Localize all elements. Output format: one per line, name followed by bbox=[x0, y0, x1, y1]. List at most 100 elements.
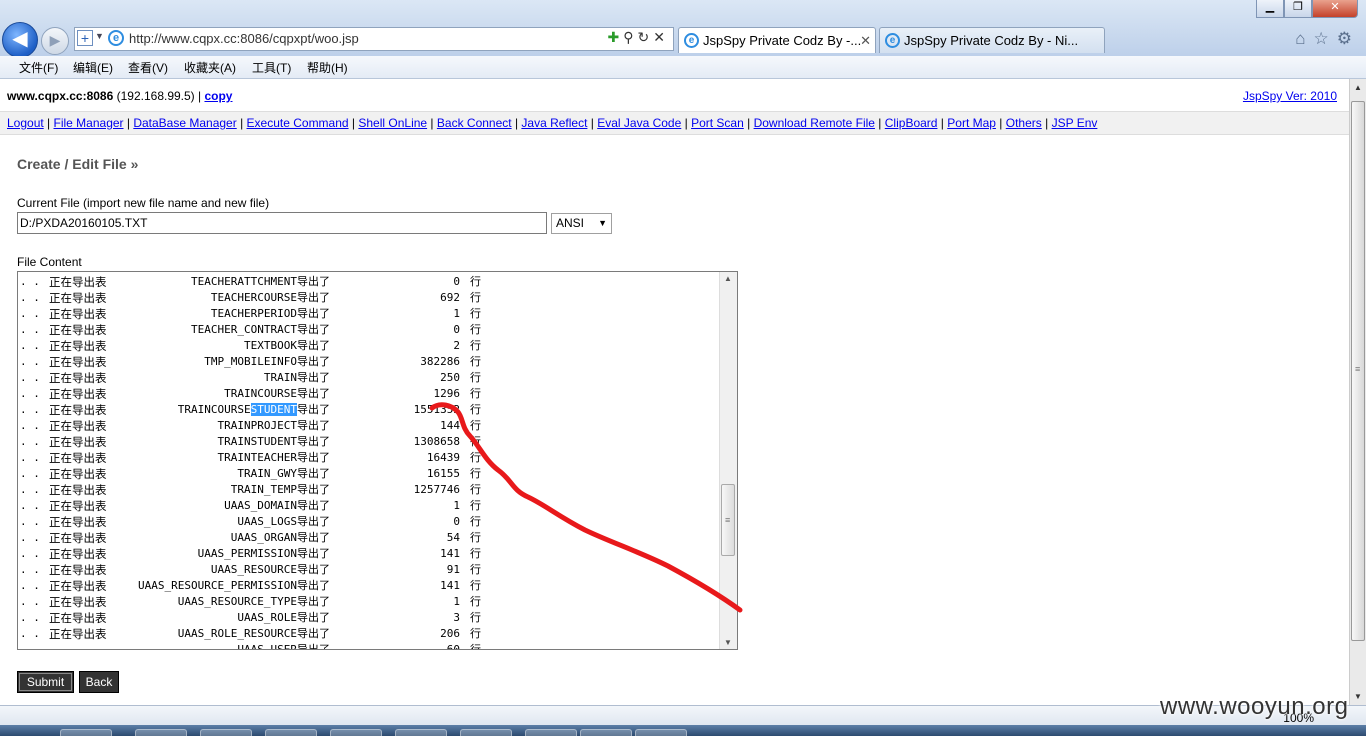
table-name: UAAS_RESOURCE_TYPE bbox=[177, 595, 297, 608]
line-dots: . . bbox=[20, 467, 40, 480]
version-link[interactable]: JspSpy Ver: 2010 bbox=[1243, 89, 1337, 103]
nav-link-file-manager[interactable]: File Manager bbox=[54, 116, 124, 130]
scroll-up-icon[interactable]: ▲ bbox=[1354, 83, 1362, 92]
line-count: 692 bbox=[440, 291, 460, 304]
line-dots: . . bbox=[20, 531, 40, 544]
address-bar[interactable]: + ▼ e http://www.cqpx.cc:8086/cqpxpt/woo… bbox=[74, 27, 674, 51]
line-suffix: 导出了 bbox=[297, 323, 330, 336]
refresh-icon[interactable]: ↻ bbox=[638, 29, 654, 45]
search-icon[interactable]: ⚲ bbox=[623, 29, 637, 45]
line-dots: . . bbox=[20, 451, 40, 464]
stop-icon[interactable]: ✕ bbox=[653, 29, 669, 45]
line-dots: . . bbox=[20, 499, 40, 512]
menu-view[interactable]: 查看(V) bbox=[128, 59, 168, 76]
content-line: . . 正在导出表 TRAINSTUDENT导出了 1308658 行 bbox=[20, 434, 720, 450]
line-unit: 行 bbox=[470, 307, 481, 320]
textarea-scrollbar[interactable]: ▲ ≡ ▼ bbox=[719, 272, 737, 649]
line-suffix: 导出了 bbox=[297, 371, 330, 384]
line-unit: 行 bbox=[470, 531, 481, 544]
line-verb: 正在导出表 bbox=[49, 595, 107, 609]
window-close-icon[interactable]: ✕ bbox=[1312, 0, 1358, 18]
page-scrollbar[interactable]: ▲ ≡ ▼ bbox=[1349, 79, 1366, 705]
scroll-up-icon[interactable]: ▲ bbox=[724, 274, 732, 283]
line-table: TEXTBOOK导出了 bbox=[244, 338, 330, 354]
content-line: . . 正在导出表 UAAS_PERMISSION导出了 141 行 bbox=[20, 546, 720, 562]
nav-link-others[interactable]: Others bbox=[1006, 116, 1042, 130]
line-verb: 正在导出表 bbox=[49, 435, 107, 449]
line-suffix: 导出了 bbox=[297, 339, 330, 352]
line-verb: 正在导出表 bbox=[49, 291, 107, 305]
nav-link-eval-java-code[interactable]: Eval Java Code bbox=[597, 116, 681, 130]
minimize-icon[interactable]: ▁ bbox=[1256, 0, 1284, 18]
line-unit: 行 bbox=[470, 563, 481, 576]
nav-link-shell-online[interactable]: Shell OnLine bbox=[358, 116, 427, 130]
line-verb: 正在导出表 bbox=[49, 339, 107, 353]
file-content-label: File Content bbox=[17, 255, 82, 269]
forward-arrow-icon[interactable]: ▶ bbox=[41, 27, 69, 55]
back-arrow-icon[interactable]: ◀ bbox=[2, 22, 38, 58]
scroll-down-icon[interactable]: ▼ bbox=[1354, 692, 1362, 701]
menu-favorites[interactable]: 收藏夹(A) bbox=[184, 59, 236, 76]
content-line: . . 正在导出表 UAAS_ROLE_RESOURCE导出了 206 行 bbox=[20, 626, 720, 642]
browser-toolbar: ◀ ▶ + ▼ e http://www.cqpx.cc:8086/cqpxpt… bbox=[0, 0, 1366, 58]
home-icon[interactable]: ⌂ bbox=[1295, 29, 1313, 48]
scroll-down-icon[interactable]: ▼ bbox=[724, 638, 732, 647]
scroll-thumb[interactable]: ≡ bbox=[721, 484, 735, 556]
table-name: TMP_MOBILEINFO bbox=[204, 355, 297, 368]
current-file-input[interactable]: D:/PXDA20160105.TXT bbox=[17, 212, 547, 234]
url-text[interactable]: http://www.cqpx.cc:8086/cqpxpt/woo.jsp bbox=[129, 31, 359, 46]
line-verb: 正在导出表 bbox=[49, 467, 107, 481]
line-suffix: 导出了 bbox=[297, 611, 330, 624]
nav-link-clipboard[interactable]: ClipBoard bbox=[885, 116, 938, 130]
nav-link-execute-command[interactable]: Execute Command bbox=[247, 116, 349, 130]
line-table: UAAS_PERMISSION导出了 bbox=[198, 546, 330, 562]
page-content: www.cqpx.cc:8086 (192.168.99.5) | copy J… bbox=[0, 79, 1349, 705]
nav-link-database-manager[interactable]: DataBase Manager bbox=[133, 116, 236, 130]
nav-link-logout[interactable]: Logout bbox=[7, 116, 44, 130]
menu-tools[interactable]: 工具(T) bbox=[252, 59, 291, 76]
nav-link-port-scan[interactable]: Port Scan bbox=[691, 116, 744, 130]
nav-link-back-connect[interactable]: Back Connect bbox=[437, 116, 512, 130]
nav-link-port-map[interactable]: Port Map bbox=[947, 116, 996, 130]
table-name: TRAINCOURSE bbox=[177, 403, 251, 416]
encoding-select[interactable]: ANSI ▼ bbox=[551, 213, 612, 234]
line-dots: . . bbox=[20, 323, 40, 336]
nav-link-java-reflect[interactable]: Java Reflect bbox=[521, 116, 587, 130]
line-verb: 正在导出表 bbox=[49, 403, 107, 417]
line-count: 382286 bbox=[420, 355, 460, 368]
content-line: . . 正在导出表 UAAS_RESOURCE_PERMISSION导出了 141 行 bbox=[20, 578, 720, 594]
line-count: 1296 bbox=[433, 387, 461, 400]
line-verb: 正在导出表 bbox=[49, 483, 107, 497]
gear-icon[interactable]: ⚙ bbox=[1337, 29, 1360, 48]
nav-link-download-remote-file[interactable]: Download Remote File bbox=[754, 116, 875, 130]
tab-jspspy-2[interactable]: e JspSpy Private Codz By - Ni... bbox=[879, 27, 1105, 53]
star-icon[interactable]: ☆ bbox=[1314, 29, 1337, 48]
browser-icons: ⌂☆⚙ bbox=[1295, 29, 1360, 49]
line-dots: . . bbox=[20, 419, 40, 432]
line-count: 16439 bbox=[426, 451, 460, 464]
menu-file[interactable]: 文件(F) bbox=[19, 59, 58, 76]
chevron-down-icon[interactable]: ▼ bbox=[95, 31, 104, 41]
nav-link-jsp-env[interactable]: JSP Env bbox=[1052, 116, 1098, 130]
tab-jspspy-1[interactable]: e JspSpy Private Codz By -... ✕ bbox=[678, 27, 876, 53]
copy-link[interactable]: copy bbox=[204, 89, 232, 103]
table-name: UAAS_ROLE_RESOURCE bbox=[177, 627, 297, 640]
line-unit: 行 bbox=[470, 643, 481, 650]
page-title: Create / Edit File » bbox=[17, 156, 139, 172]
close-icon[interactable]: ✕ bbox=[860, 28, 871, 53]
line-verb: 正在导出表 bbox=[49, 579, 107, 593]
line-count: 91 bbox=[446, 563, 460, 576]
table-name: UAAS_ORGAN bbox=[230, 531, 297, 544]
menu-edit[interactable]: 编辑(E) bbox=[73, 59, 113, 76]
menu-help[interactable]: 帮助(H) bbox=[307, 59, 348, 76]
scroll-thumb[interactable]: ≡ bbox=[1351, 101, 1365, 641]
line-count: 0 bbox=[453, 275, 460, 288]
compatible-icon[interactable]: ✚ bbox=[608, 29, 624, 45]
back-button[interactable]: Back bbox=[79, 671, 119, 693]
file-content-textarea[interactable]: . . 正在导出表 TEACHERATTCHMENT导出了 0 行. . 正在导出表 TEA… bbox=[17, 271, 738, 650]
line-table: TEACHERCOURSE导出了 bbox=[211, 290, 330, 306]
compatibility-view-icon[interactable]: + bbox=[77, 30, 93, 46]
maximize-icon[interactable]: ❐ bbox=[1284, 0, 1312, 18]
host-name: www.cqpx.cc:8086 bbox=[7, 89, 114, 103]
submit-button[interactable]: Submit bbox=[17, 671, 74, 693]
